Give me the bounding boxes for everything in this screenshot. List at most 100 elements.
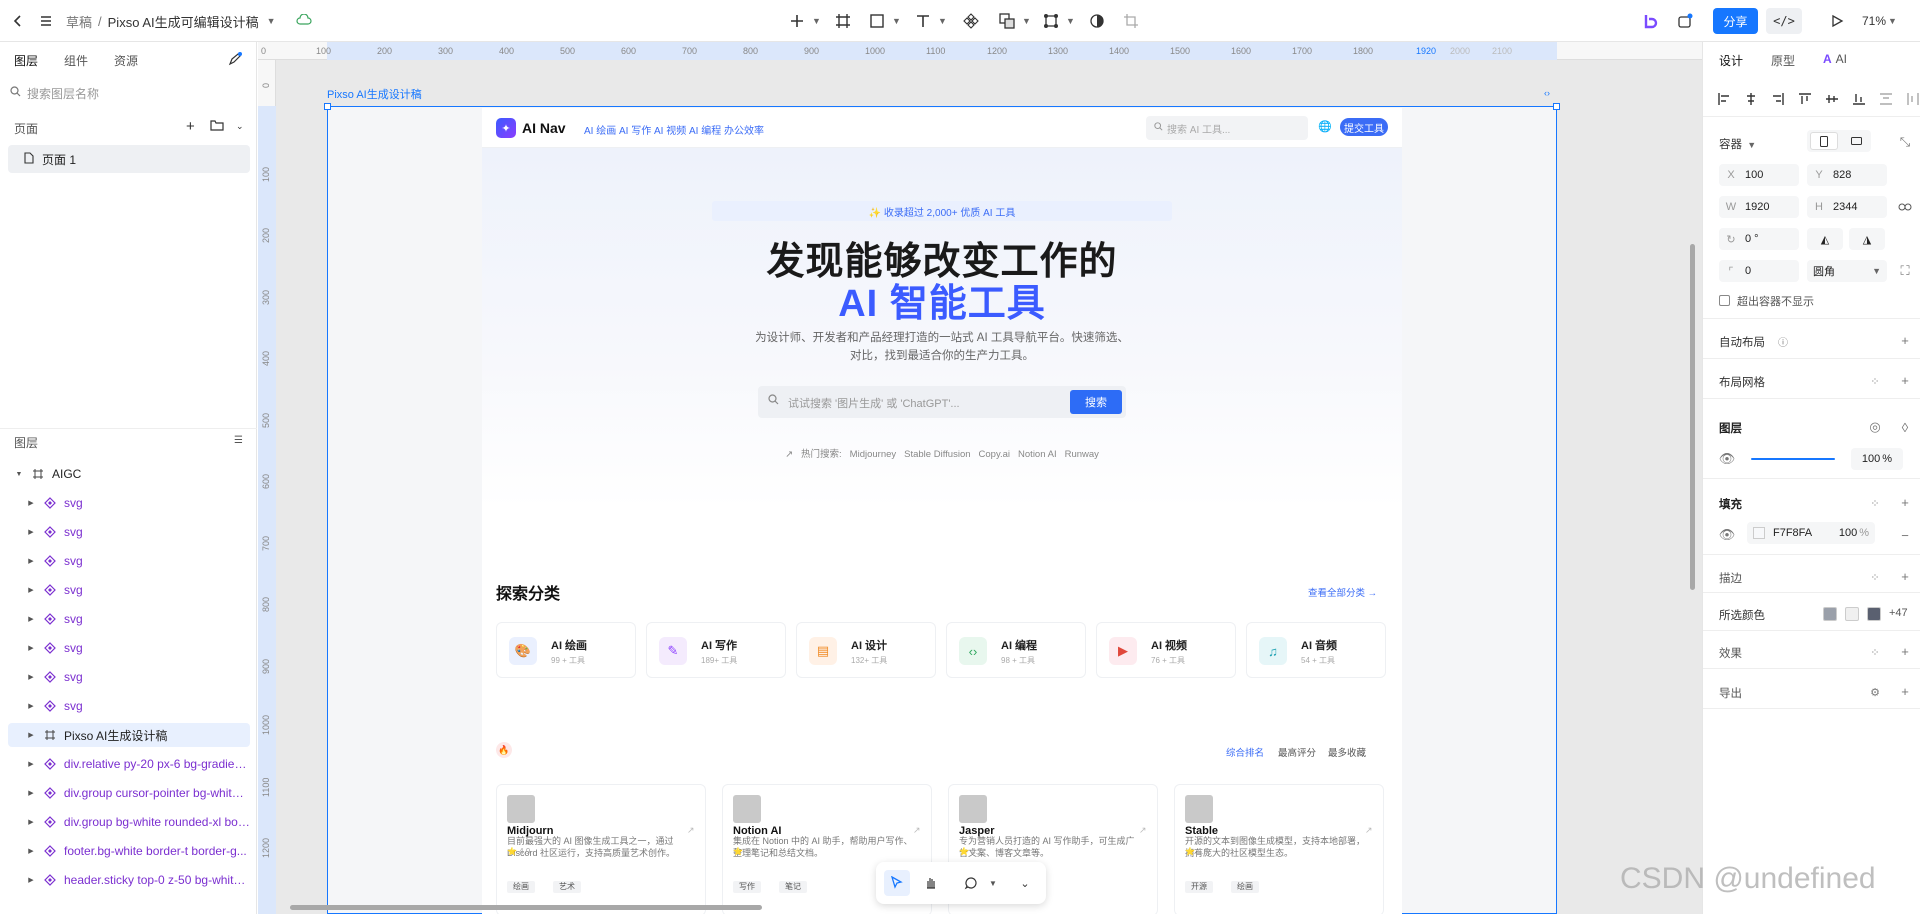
layer-item[interactable]: ▶ div.relative py-20 px-6 bg-gradien... (8, 752, 250, 776)
style-library-icon[interactable]: ⁘ (1867, 495, 1883, 511)
remove-fill-icon[interactable]: − (1897, 527, 1913, 543)
file-title[interactable]: Pixso AI生成可编辑设计稿 (108, 12, 259, 31)
text-tool[interactable]: ▼ (910, 0, 947, 42)
expand-triangle-icon[interactable]: ▶ (24, 557, 38, 565)
align-left-icon[interactable] (1715, 90, 1733, 108)
horizontal-scrollbar[interactable] (290, 905, 762, 910)
layer-item[interactable]: ▶ svg (8, 520, 250, 544)
layer-item[interactable]: ▶ header.sticky top-0 z-50 bg-white... (8, 868, 250, 892)
add-fill-icon[interactable]: + (1897, 494, 1913, 510)
corner-type-select[interactable]: 圆角 ▼ (1807, 260, 1887, 282)
layer-item[interactable]: ▶ div.group cursor-pointer bg-white ... (8, 781, 250, 805)
layer-item[interactable]: ▶ svg (8, 607, 250, 631)
layer-root[interactable]: ▼ AIGC (8, 462, 250, 486)
plugin-logo-icon[interactable] (1640, 0, 1662, 42)
edit-icon[interactable] (228, 52, 242, 69)
layer-item[interactable]: ▶ svg (8, 636, 250, 660)
flip-horizontal-icon[interactable]: ◭ (1807, 228, 1843, 250)
align-bottom-icon[interactable] (1850, 90, 1868, 108)
layer-item[interactable]: ▶ svg (8, 665, 250, 689)
folder-icon[interactable] (210, 119, 224, 134)
height-field[interactable]: H 2344 (1807, 196, 1887, 218)
add-page-icon[interactable]: + (186, 118, 195, 135)
tab-assets[interactable]: 资源 (114, 52, 138, 69)
dev-mode-button[interactable]: </> (1766, 8, 1802, 34)
layer-item[interactable]: ▶ svg (8, 491, 250, 515)
notification-icon[interactable] (1674, 0, 1696, 42)
add-layout-grid-icon[interactable]: + (1897, 372, 1913, 388)
add-tool[interactable]: ▼ (784, 0, 821, 42)
add-auto-layout-icon[interactable]: + (1897, 332, 1913, 348)
fill-color-field[interactable]: F7F8FA 100 % (1747, 522, 1875, 544)
align-top-icon[interactable] (1796, 90, 1814, 108)
expand-triangle-icon[interactable]: ▶ (24, 644, 38, 652)
expand-triangle-icon[interactable]: ▶ (24, 702, 38, 710)
tab-prototype[interactable]: 原型 (1771, 52, 1795, 69)
fill-swatch[interactable] (1753, 527, 1765, 539)
layer-item[interactable]: ▶ svg (8, 694, 250, 718)
color-swatch[interactable] (1845, 607, 1859, 621)
expand-triangle-icon[interactable]: ▼ (12, 471, 26, 478)
color-swatch[interactable] (1867, 607, 1881, 621)
color-swatch[interactable] (1823, 607, 1837, 621)
back-icon[interactable] (8, 0, 28, 42)
distribute-h-icon[interactable] (1904, 90, 1920, 108)
expand-triangle-icon[interactable]: ▶ (24, 818, 38, 826)
y-field[interactable]: Y 828 (1807, 164, 1887, 186)
independent-corners-icon[interactable]: ⛶ (1897, 263, 1913, 279)
resize-handle[interactable] (1553, 103, 1560, 110)
expand-triangle-icon[interactable]: ▶ (24, 760, 38, 768)
hand-icon[interactable] (918, 870, 944, 896)
resize-handle[interactable] (324, 103, 331, 110)
style-library-icon[interactable]: ⁘ (1867, 644, 1883, 660)
frame-code-icon[interactable]: ‹› (1544, 88, 1550, 98)
add-effect-icon[interactable]: + (1897, 643, 1913, 659)
chevron-down-icon[interactable]: ▼ (980, 870, 1006, 896)
tab-components[interactable]: 组件 (64, 52, 88, 69)
clip-content-checkbox[interactable] (1719, 295, 1730, 306)
layer-item[interactable]: ▶ svg (8, 549, 250, 573)
layer-search-input[interactable]: 搜索图层名称 (10, 82, 248, 104)
expand-triangle-icon[interactable]: ▶ (24, 876, 38, 884)
pointer-icon[interactable] (884, 870, 910, 896)
component-tool[interactable] (958, 0, 984, 42)
style-library-icon[interactable]: ⁘ (1867, 569, 1883, 585)
export-settings-icon[interactable]: ⚙ (1867, 684, 1883, 700)
container-label[interactable]: 容器 ▼ (1719, 136, 1756, 152)
tab-ai[interactable]: A AI (1823, 52, 1847, 66)
x-field[interactable]: X 100 (1719, 164, 1799, 186)
play-icon[interactable] (1826, 0, 1848, 42)
opacity-slider[interactable] (1751, 458, 1835, 460)
frame-tool[interactable] (830, 0, 856, 42)
more-colors-count[interactable]: +47 (1889, 607, 1908, 619)
align-center-v-icon[interactable] (1823, 90, 1841, 108)
shape-tool[interactable]: ▼ (864, 0, 901, 42)
rotation-field[interactable]: ↻ 0 ° (1719, 228, 1799, 250)
opacity-drop-icon[interactable]: ◊ (1897, 419, 1913, 435)
expand-triangle-icon[interactable]: ▶ (24, 731, 38, 739)
layer-item[interactable]: ▶ Pixso AI生成设计稿 (8, 723, 250, 747)
layer-item[interactable]: ▶ svg (8, 578, 250, 602)
align-center-h-icon[interactable] (1742, 90, 1760, 108)
design-artboard[interactable]: ✦ AI Nav AI 绘画 AI 写作 AI 视频 AI 编程 办公效率 搜索… (482, 108, 1402, 914)
expand-triangle-icon[interactable]: ▶ (24, 615, 38, 623)
frame-label[interactable]: Pixso AI生成设计稿 (327, 86, 422, 102)
collapse-pages-icon[interactable]: ⌄ (236, 121, 244, 132)
contrast-tool[interactable] (1084, 0, 1110, 42)
expand-triangle-icon[interactable]: ▶ (24, 789, 38, 797)
tab-design[interactable]: 设计 (1719, 52, 1743, 69)
collapse-all-icon[interactable]: ☰ (234, 435, 243, 446)
collapse-toolbar-icon[interactable]: ⌄ (1012, 870, 1038, 896)
expand-triangle-icon[interactable]: ▶ (24, 586, 38, 594)
distribute-v-icon[interactable] (1877, 90, 1895, 108)
page-item-1[interactable]: 页面 1 (8, 145, 250, 173)
vertical-scrollbar[interactable] (1690, 244, 1695, 590)
mask-tool[interactable]: ▼ (1038, 0, 1075, 42)
crop-tool[interactable] (1118, 0, 1144, 42)
zoom-control[interactable]: 71% ▼ (1862, 0, 1897, 42)
info-icon[interactable]: ⓘ (1775, 333, 1791, 349)
align-right-icon[interactable] (1769, 90, 1787, 108)
chevron-down-icon[interactable]: ▼ (267, 16, 276, 26)
expand-triangle-icon[interactable]: ▶ (24, 673, 38, 681)
expand-triangle-icon[interactable]: ▶ (24, 847, 38, 855)
